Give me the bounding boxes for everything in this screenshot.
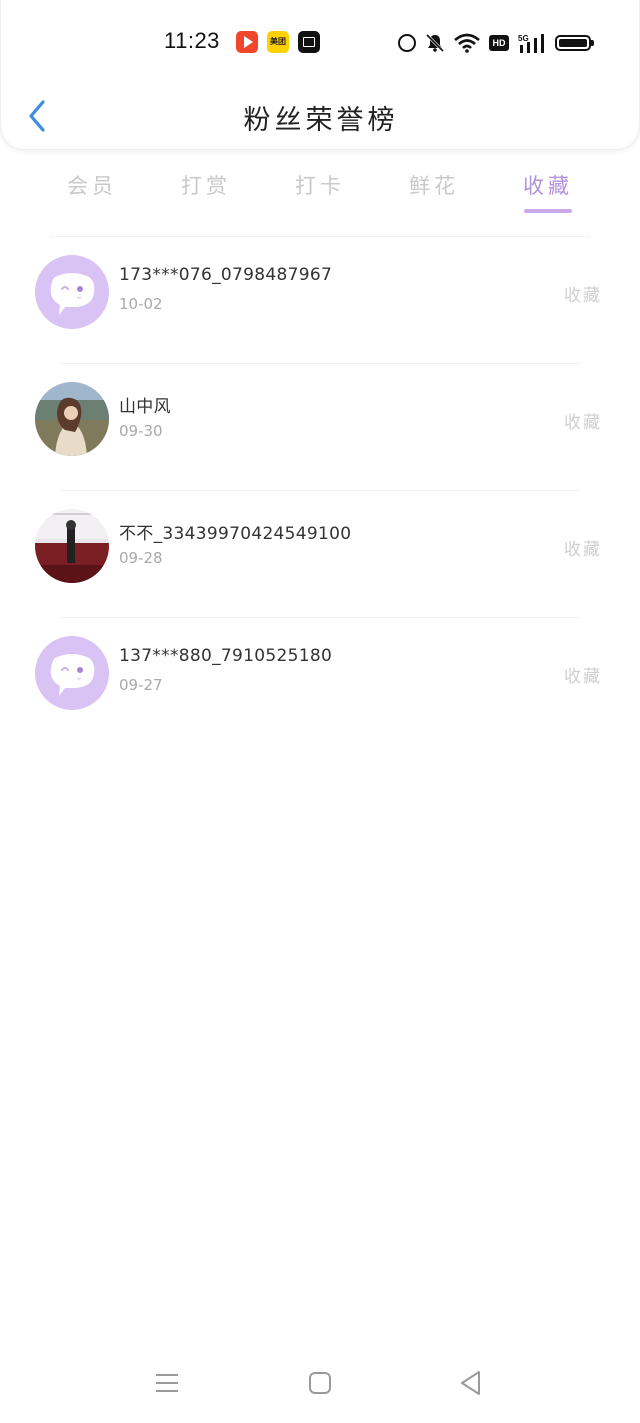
chat-bubble-avatar-icon: [35, 636, 109, 710]
triangle-back-icon: [461, 1371, 480, 1395]
status-icons: HD 5G: [398, 30, 594, 56]
video-app-icon: [236, 31, 258, 53]
tab-reward[interactable]: 打赏: [149, 168, 263, 214]
fan-type: 收藏: [564, 286, 602, 306]
list-item[interactable]: 137***880_7910525180 09-27 收藏: [0, 618, 640, 745]
fans-honor-page: 11:23 美团 HD 5G 粉丝荣誉榜 会员 打赏 打卡 鲜花 收藏 173*…: [0, 0, 640, 1423]
fan-type: 收藏: [564, 413, 602, 433]
fan-name: 173***076_0798487967: [119, 265, 333, 285]
tab-label: 打卡: [295, 174, 345, 198]
home-square-icon: [309, 1372, 331, 1394]
list-item[interactable]: 山中风 09-30 收藏: [0, 364, 640, 491]
mute-bell-icon: [425, 33, 445, 53]
fan-list: 173***076_0798487967 10-02 收藏 山中风 09-30 …: [0, 237, 640, 745]
tab-member[interactable]: 会员: [35, 168, 149, 214]
tab-label: 收藏: [523, 174, 573, 198]
tab-label: 打赏: [181, 174, 231, 198]
tab-bar: 会员 打赏 打卡 鲜花 收藏: [35, 168, 605, 218]
avatar: [35, 255, 109, 329]
avatar: [35, 382, 109, 456]
chat-bubble-avatar-icon: [35, 255, 109, 329]
menu-button[interactable]: [147, 1363, 187, 1403]
fan-name: 137***880_7910525180: [119, 646, 333, 666]
mail-app-icon: [298, 31, 320, 53]
status-time: 11:23: [164, 28, 220, 53]
svg-text:5G: 5G: [518, 34, 529, 43]
tab-label: 鲜花: [409, 174, 459, 198]
fan-date: 09-30: [119, 422, 163, 440]
avatar: [35, 636, 109, 710]
photo-avatar: [35, 509, 109, 583]
list-item[interactable]: 173***076_0798487967 10-02 收藏: [0, 237, 640, 364]
header: 11:23 美团 HD 5G 粉丝荣誉榜: [0, 0, 640, 150]
page-title: 粉丝荣誉榜: [243, 105, 399, 136]
tab-favorites[interactable]: 收藏: [491, 168, 605, 214]
avatar: [35, 509, 109, 583]
active-tab-indicator: [524, 209, 572, 213]
tab-flowers[interactable]: 鲜花: [377, 168, 491, 214]
fan-date: 09-27: [119, 676, 163, 694]
fan-type: 收藏: [564, 667, 602, 687]
menu-icon: [156, 1374, 178, 1392]
fan-date: 10-02: [119, 295, 163, 313]
back-nav-button[interactable]: [451, 1363, 491, 1403]
tab-checkin[interactable]: 打卡: [263, 168, 377, 214]
hd-icon: HD: [489, 35, 509, 51]
meituan-app-icon: 美团: [267, 31, 289, 53]
alarm-icon: [398, 34, 416, 52]
tab-label: 会员: [67, 174, 117, 198]
fan-type: 收藏: [564, 540, 602, 560]
list-item[interactable]: 不不_33439970424549100 09-28 收藏: [0, 491, 640, 618]
fan-name: 不不_33439970424549100: [119, 524, 352, 544]
wifi-icon: [454, 33, 480, 53]
home-button[interactable]: [300, 1363, 340, 1403]
fan-name: 山中风: [119, 397, 171, 417]
photo-avatar: [35, 382, 109, 456]
fan-date: 09-28: [119, 549, 163, 567]
signal-5g-icon: 5G: [518, 33, 546, 53]
battery-icon: [555, 35, 594, 51]
system-nav-bar: [0, 1343, 640, 1423]
